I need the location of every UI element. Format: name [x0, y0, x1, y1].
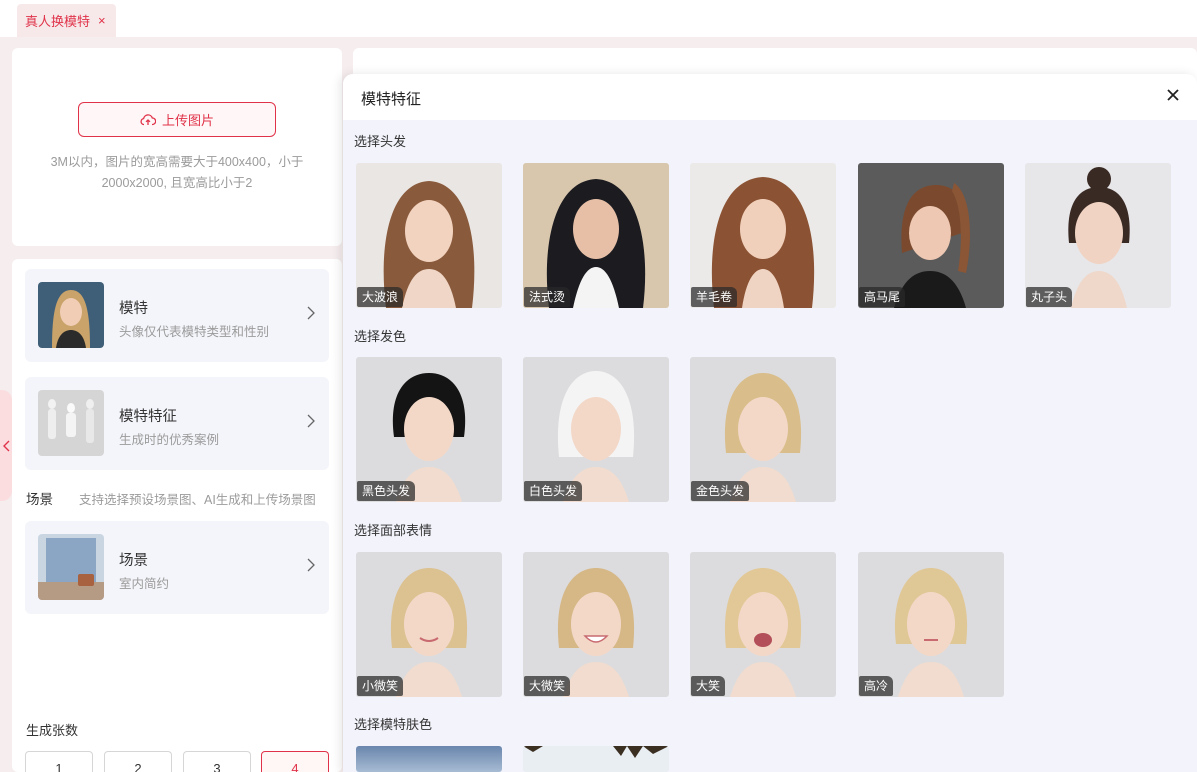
drawer-title: 模特特征 [361, 91, 422, 108]
chevron-left-icon [2, 440, 9, 451]
close-icon[interactable] [1165, 87, 1181, 103]
section-hair-color: 选择发色 [354, 329, 407, 344]
option-model-features[interactable]: 模特特征 生成时的优秀案例 [25, 377, 329, 470]
scene-hint: 支持选择预设场景图、AI生成和上传场景图 [79, 493, 316, 507]
hair-option-card[interactable]: 丸子头 [1025, 163, 1171, 308]
expression-option-card[interactable]: 大笑 [690, 552, 836, 697]
count-option-2[interactable]: 2 [104, 751, 172, 772]
section-expression: 选择面部表情 [354, 523, 433, 538]
hair-option-label: 高马尾 [859, 287, 906, 307]
upload-button-label: 上传图片 [161, 113, 214, 128]
tab-model-swap[interactable]: 真人换模特 × [17, 4, 116, 37]
upload-hint-line-1: 3M以内，图片的宽高需要大于400x400，小于 [50, 155, 304, 169]
chevron-right-icon [307, 558, 315, 572]
count-option-3[interactable]: 3 [183, 751, 251, 772]
model-features-drawer: 模特特征 选择头发 大波浪 法式烫 羊毛卷 高马尾 丸子头 选择发色 黑色头发 … [343, 74, 1197, 772]
option-subtitle: 室内简约 [119, 577, 170, 591]
option-subtitle: 头像仅代表模特类型和性别 [119, 325, 270, 339]
chevron-right-icon [307, 414, 315, 428]
config-panel: 模特 头像仅代表模特类型和性别 模特特征 生成时的优秀案例 场景 支持选择预设场… [12, 259, 342, 772]
hair-color-option-card[interactable]: 金色头发 [690, 357, 836, 502]
hair-option-card[interactable]: 高马尾 [858, 163, 1004, 308]
option-subtitle: 生成时的优秀案例 [119, 433, 220, 447]
tab-label: 真人换模特 [25, 14, 91, 29]
expression-option-card[interactable]: 高冷 [858, 552, 1004, 697]
upload-image-button[interactable]: 上传图片 [78, 102, 276, 137]
hair-color-option-label: 金色头发 [691, 481, 750, 501]
count-option-1[interactable]: 1 [25, 751, 93, 772]
expression-option-card[interactable]: 小微笑 [356, 552, 502, 697]
option-title: 模特 [119, 301, 148, 317]
cloud-upload-icon [140, 114, 156, 126]
option-title: 模特特征 [119, 409, 177, 425]
option-model[interactable]: 模特 头像仅代表模特类型和性别 [25, 269, 329, 362]
hair-color-option-card[interactable]: 黑色头发 [356, 357, 502, 502]
hair-option-card[interactable]: 法式烫 [523, 163, 669, 308]
expression-option-card[interactable]: 大微笑 [523, 552, 669, 697]
option-scene[interactable]: 场景 室内简约 [25, 521, 329, 614]
upload-card: 上传图片 3M以内，图片的宽高需要大于400x400，小于 2000x2000,… [12, 48, 342, 246]
hair-option-label: 丸子头 [1026, 287, 1073, 307]
hair-color-option-label: 黑色头发 [357, 481, 416, 501]
count-option-4[interactable]: 4 [261, 751, 329, 772]
hair-option-label: 大波浪 [357, 287, 404, 307]
expression-option-label: 高冷 [859, 676, 894, 696]
expression-option-label: 小微笑 [357, 676, 404, 696]
section-skin-tone: 选择模特肤色 [354, 717, 433, 732]
scene-section-label: 场景 [26, 492, 53, 507]
mannequins-thumbnail [38, 390, 104, 456]
upload-hint: 3M以内，图片的宽高需要大于400x400，小于 2000x2000, 且宽高比… [32, 152, 322, 194]
chevron-right-icon [307, 306, 315, 320]
expression-option-label: 大笑 [691, 676, 726, 696]
hair-color-option-card[interactable]: 白色头发 [523, 357, 669, 502]
count-label: 生成张数 [26, 723, 79, 738]
hair-option-label: 法式烫 [524, 287, 571, 307]
collapse-panel-handle[interactable] [0, 390, 12, 501]
hair-color-option-label: 白色头发 [524, 481, 583, 501]
option-title: 场景 [119, 553, 148, 569]
drawer-header: 模特特征 [343, 74, 1197, 120]
skin-tone-option-card[interactable] [356, 746, 502, 772]
upload-hint-line-2: 2000x2000, 且宽高比小于2 [101, 176, 253, 190]
expression-option-label: 大微笑 [524, 676, 571, 696]
skin-tone-option-card[interactable] [523, 746, 669, 772]
hair-option-card[interactable]: 大波浪 [356, 163, 502, 308]
tab-close-icon[interactable]: × [98, 13, 106, 28]
hair-option-card[interactable]: 羊毛卷 [690, 163, 836, 308]
scene-thumbnail [38, 534, 104, 600]
model-avatar [38, 282, 104, 348]
tab-bar: 真人换模特 × [0, 0, 1197, 37]
section-hair-style: 选择头发 [354, 134, 407, 149]
hair-option-label: 羊毛卷 [691, 287, 738, 307]
